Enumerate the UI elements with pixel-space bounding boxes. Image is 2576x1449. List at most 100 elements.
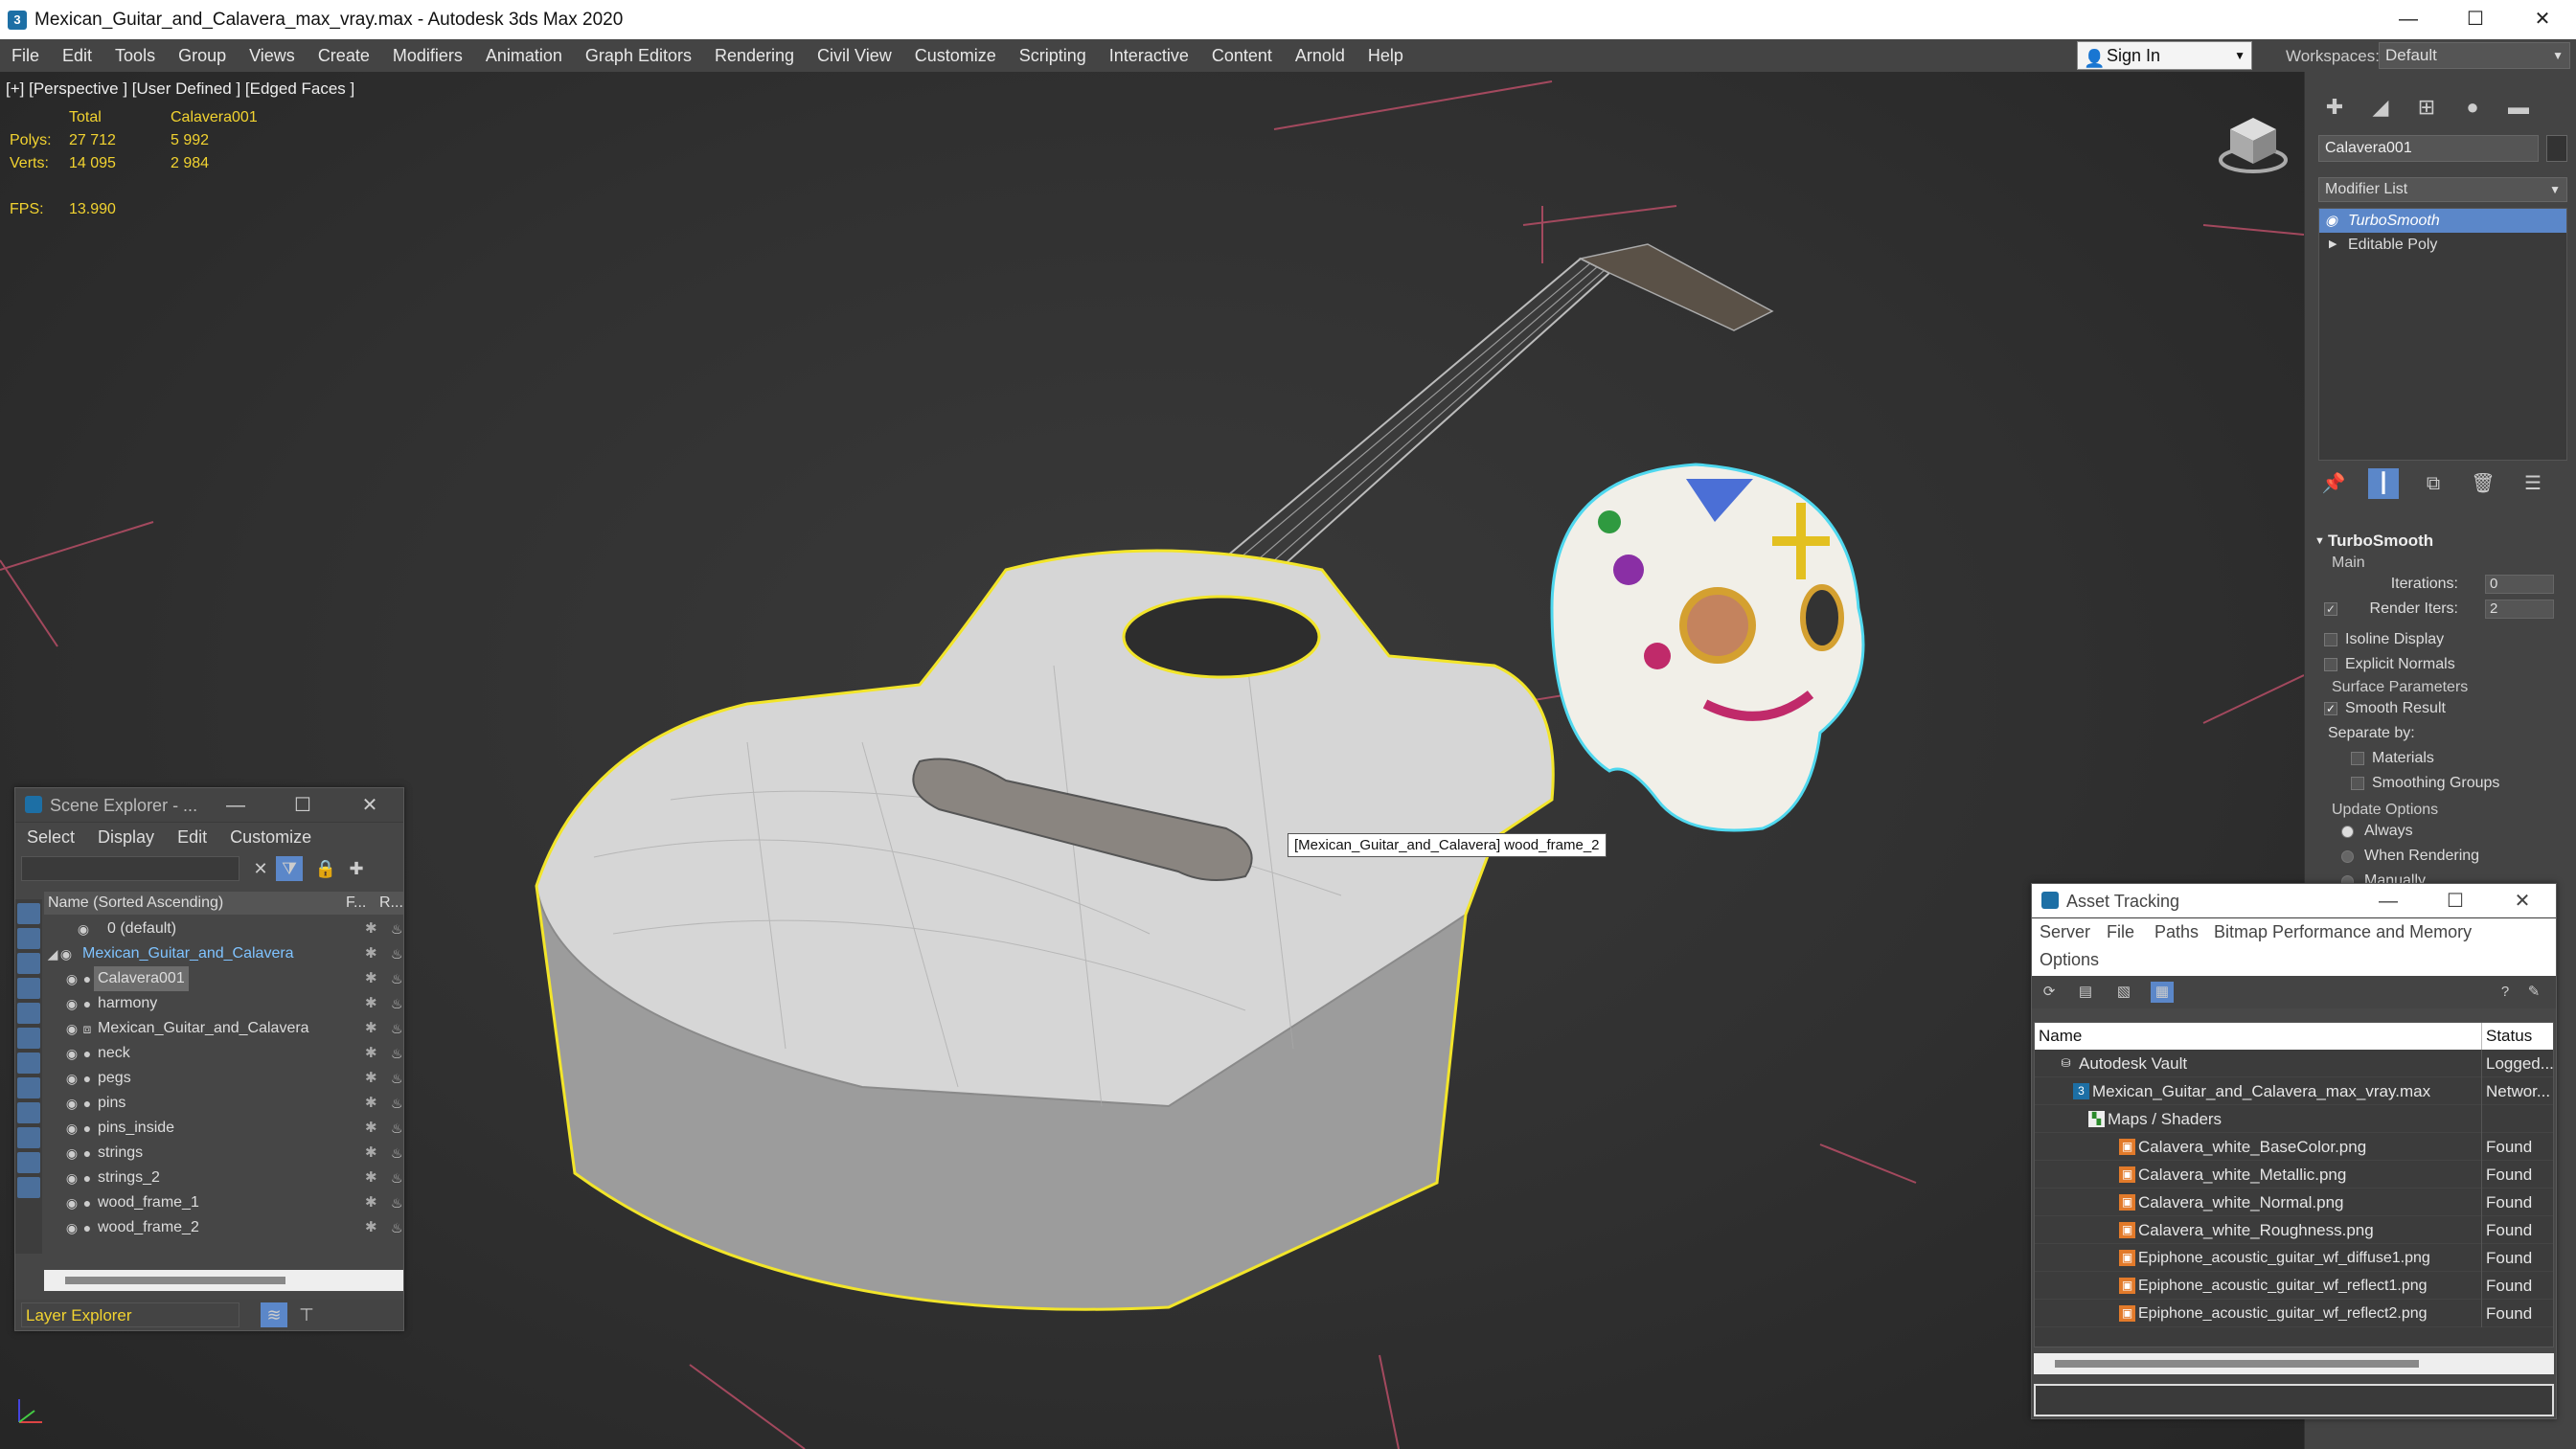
render-teapot-icon[interactable]: ♨	[391, 1190, 403, 1215]
render-iters-checkbox[interactable]: ✓	[2324, 602, 2337, 616]
render-teapot-icon[interactable]: ♨	[391, 1141, 403, 1166]
menu-rendering[interactable]: Rendering	[703, 46, 806, 66]
close-button[interactable]: ✕	[2489, 884, 2556, 918]
explicit-normals-checkbox[interactable]	[2324, 658, 2337, 671]
maximize-button[interactable]: ☐	[2442, 0, 2509, 39]
menu-options[interactable]: Options	[2040, 950, 2099, 970]
minimize-button[interactable]: —	[2355, 884, 2422, 918]
render-teapot-icon[interactable]: ♨	[391, 966, 403, 991]
render-teapot-icon[interactable]: ♨	[391, 1016, 403, 1041]
modifier-list-dropdown[interactable]: Modifier List ▼	[2318, 177, 2567, 202]
menu-select[interactable]: Select	[15, 827, 86, 848]
menu-group[interactable]: Group	[167, 46, 238, 66]
table-row[interactable]: 3 Mexican_Guitar_and_Calavera_max_vray.ma…	[2035, 1077, 2553, 1105]
filter-lights-icon[interactable]	[17, 953, 40, 974]
eye-icon[interactable]: ◉	[2325, 209, 2337, 233]
freeze-icon[interactable]: ✱	[365, 966, 377, 991]
menu-animation[interactable]: Animation	[474, 46, 574, 66]
create-tab-icon[interactable]: ✚	[2318, 93, 2351, 122]
horizontal-scrollbar[interactable]	[44, 1270, 403, 1291]
minimize-button[interactable]: —	[2375, 0, 2442, 39]
menu-interactive[interactable]: Interactive	[1098, 46, 1200, 66]
menu-modifiers[interactable]: Modifiers	[381, 46, 474, 66]
smooth-result-checkbox[interactable]: ✓	[2324, 702, 2337, 715]
eye-icon[interactable]: ◉	[75, 917, 92, 941]
explorer-type-dropdown[interactable]: Layer Explorer	[21, 1302, 239, 1327]
filter-helpers-icon[interactable]	[17, 1003, 40, 1024]
table-row[interactable]: ◉ ● Calavera001 ✱ ♨	[44, 966, 403, 991]
filter-frozen-icon[interactable]	[17, 1152, 40, 1173]
pin-stack-icon[interactable]: 📌	[2318, 468, 2349, 499]
freeze-icon[interactable]: ✱	[365, 1166, 377, 1190]
freeze-icon[interactable]: ✱	[365, 941, 377, 966]
filter-xrefs-icon[interactable]	[17, 1077, 40, 1098]
help-icon[interactable]: ?	[2494, 982, 2517, 1003]
menu-views[interactable]: Views	[238, 46, 307, 66]
menu-create[interactable]: Create	[307, 46, 381, 66]
freeze-icon[interactable]: ✱	[365, 1016, 377, 1041]
filter-geometry-icon[interactable]	[17, 903, 40, 924]
viewcube-icon[interactable]	[2215, 110, 2291, 177]
asset-path-field[interactable]	[2034, 1384, 2554, 1416]
menu-file[interactable]: File	[0, 46, 51, 66]
table-row[interactable]: ◉ 0 (default) ✱ ♨	[44, 917, 403, 941]
menu-paths[interactable]: Paths	[2154, 922, 2199, 942]
viewport-label[interactable]: [+] [Perspective ] [User Defined ] [Edge…	[6, 79, 354, 99]
column-name[interactable]: Name (Sorted Ascending)	[48, 892, 223, 915]
display-tab-icon[interactable]: ▬	[2502, 93, 2535, 122]
sort-by-layer-icon[interactable]: ≋	[261, 1302, 287, 1327]
table-row[interactable]: ◉ ● strings ✱ ♨	[44, 1141, 403, 1166]
smoothing-groups-checkbox[interactable]	[2351, 777, 2364, 790]
rollout-title[interactable]: ▼ TurboSmooth	[2314, 530, 2573, 553]
menu-edit[interactable]: Edit	[166, 827, 218, 848]
table-row[interactable]: ◉ ● pegs ✱ ♨	[44, 1066, 403, 1091]
table-view-icon[interactable]: ▦	[2151, 982, 2174, 1003]
eye-icon[interactable]: ◉	[57, 941, 75, 966]
freeze-icon[interactable]: ✱	[365, 991, 377, 1016]
menu-graph-editors[interactable]: Graph Editors	[574, 46, 703, 66]
menu-bitmap-performance[interactable]: Bitmap Performance and Memory	[2214, 922, 2472, 942]
stack-item-editable-poly[interactable]: ▶ Editable Poly	[2319, 233, 2566, 257]
table-row[interactable]: ▣ Calavera_white_BaseColor.png Found	[2035, 1133, 2553, 1161]
pin-icon[interactable]: ✎	[2522, 982, 2545, 1003]
table-row[interactable]: ◉ ● neck ✱ ♨	[44, 1041, 403, 1066]
freeze-icon[interactable]: ✱	[365, 1066, 377, 1091]
table-row[interactable]: ◉ ⧈ Mexican_Guitar_and_Calavera ✱ ♨	[44, 1016, 403, 1041]
minimize-button[interactable]: —	[202, 788, 269, 823]
menu-content[interactable]: Content	[1200, 46, 1284, 66]
lock-icon[interactable]: 🔒	[312, 856, 339, 881]
refresh-icon[interactable]: ⟳	[2038, 982, 2061, 1003]
configure-modifier-sets-icon[interactable]: ☰	[2518, 468, 2548, 499]
menu-arnold[interactable]: Arnold	[1284, 46, 1356, 66]
render-teapot-icon[interactable]: ♨	[391, 1215, 403, 1240]
scene-explorer-titlebar[interactable]: Scene Explorer - ... — ☐ ✕	[15, 788, 403, 823]
menu-tools[interactable]: Tools	[103, 46, 167, 66]
expand-triangle-icon[interactable]: ▶	[2329, 233, 2337, 257]
render-teapot-icon[interactable]: ♨	[391, 1091, 403, 1116]
table-row[interactable]: ▣ Epiphone_acoustic_guitar_wf_reflect2.pn…	[2035, 1300, 2553, 1327]
render-teapot-icon[interactable]: ♨	[391, 917, 403, 941]
table-row[interactable]: ▣ Calavera_white_Roughness.png Found	[2035, 1216, 2553, 1244]
close-button[interactable]: ✕	[336, 788, 403, 823]
add-layer-icon[interactable]: ✚	[343, 856, 370, 881]
table-row[interactable]: ◉ ● pins ✱ ♨	[44, 1091, 403, 1116]
modify-tab-icon[interactable]: ◢	[2364, 93, 2397, 122]
filter-icon[interactable]: ⧩	[276, 856, 303, 881]
table-row[interactable]: ▣ Calavera_white_Normal.png Found	[2035, 1189, 2553, 1216]
freeze-icon[interactable]: ✱	[365, 1041, 377, 1066]
maximize-button[interactable]: ☐	[2422, 884, 2489, 918]
update-always-radio[interactable]	[2341, 826, 2354, 838]
render-teapot-icon[interactable]: ♨	[391, 1041, 403, 1066]
column-render[interactable]: R...	[379, 892, 403, 915]
menu-file[interactable]: File	[2107, 922, 2134, 942]
menu-server[interactable]: Server	[2040, 922, 2090, 942]
freeze-icon[interactable]: ✱	[365, 1190, 377, 1215]
filter-containers-icon[interactable]	[17, 1127, 40, 1148]
render-teapot-icon[interactable]: ♨	[391, 1166, 403, 1190]
filter-cameras-icon[interactable]	[17, 978, 40, 999]
freeze-icon[interactable]: ✱	[365, 1091, 377, 1116]
show-end-result-icon[interactable]: ┃	[2368, 468, 2399, 499]
column-freeze[interactable]: F...	[346, 892, 366, 915]
sort-by-hierarchy-icon[interactable]: ⊤	[293, 1302, 320, 1327]
filter-bones-icon[interactable]	[17, 1102, 40, 1123]
